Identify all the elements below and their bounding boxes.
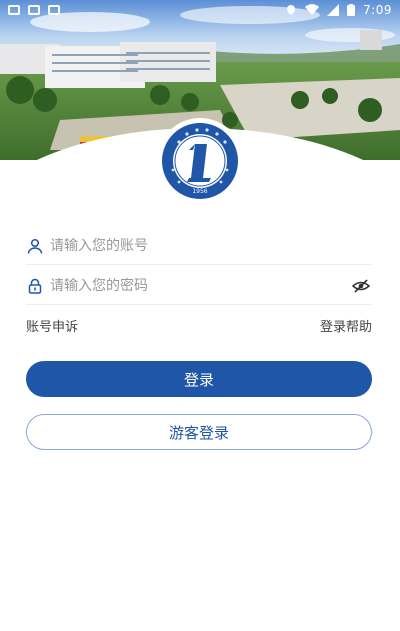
- lock-icon: [26, 277, 44, 295]
- logo-year: 1956: [192, 188, 207, 195]
- guest-login-button[interactable]: 游客登录: [26, 414, 372, 450]
- username-row: [26, 227, 372, 265]
- password-input[interactable]: [50, 270, 350, 301]
- account-appeal-link[interactable]: 账号申诉: [26, 316, 78, 335]
- eye-off-icon[interactable]: [350, 275, 372, 297]
- location-icon: [287, 5, 296, 15]
- status-bar: 7:09: [0, 0, 400, 20]
- password-row: [26, 267, 372, 305]
- username-input[interactable]: [50, 230, 372, 261]
- status-left: [8, 5, 60, 15]
- signal-icon: [327, 4, 340, 16]
- login-help-link[interactable]: 登录帮助: [320, 316, 372, 335]
- notification-icon: [28, 5, 40, 15]
- links-row: 账号申诉 登录帮助: [26, 316, 372, 335]
- status-right: 7:09: [285, 3, 392, 17]
- battery-icon: [347, 4, 356, 16]
- notification-icon: [8, 5, 20, 15]
- wifi-icon: [305, 4, 320, 16]
- school-logo: 1956: [159, 120, 241, 202]
- clock: 7:09: [363, 3, 392, 17]
- user-icon: [26, 237, 44, 255]
- login-button[interactable]: 登录: [26, 361, 372, 397]
- notification-icon: [48, 5, 60, 15]
